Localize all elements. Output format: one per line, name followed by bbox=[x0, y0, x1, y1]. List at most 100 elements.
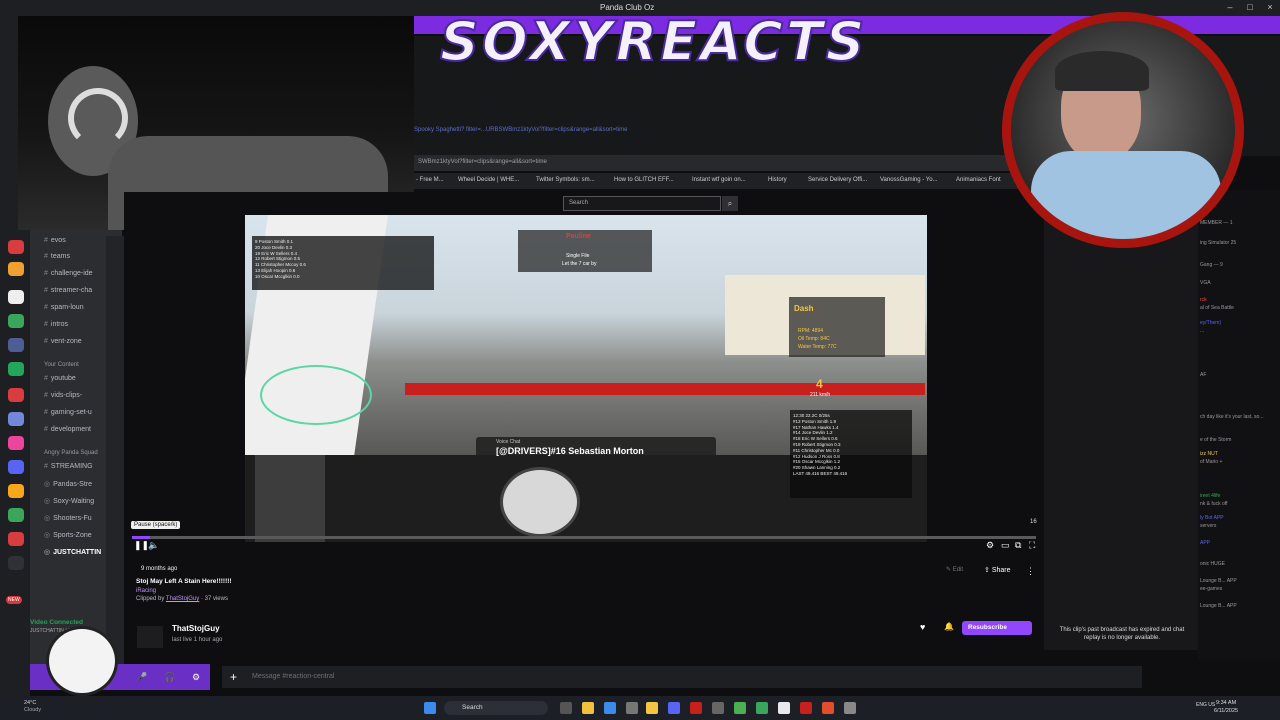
close-button[interactable]: × bbox=[1264, 2, 1276, 13]
bookmark-item[interactable]: Twitter Symbols: sm... bbox=[536, 177, 595, 183]
bookmark-item[interactable]: How to GLITCH EFF... bbox=[614, 177, 674, 183]
bookmark-item[interactable]: Service Delivery Offi... bbox=[808, 177, 867, 183]
file-explorer-icon[interactable] bbox=[582, 702, 594, 714]
server-icon[interactable] bbox=[8, 338, 24, 352]
taskbar-search[interactable]: Search bbox=[444, 701, 548, 715]
heart-icon[interactable]: ♥ bbox=[920, 622, 925, 632]
clip-game-link[interactable]: iRacing bbox=[136, 588, 156, 594]
voice-connected-status[interactable]: Video Connected bbox=[30, 619, 83, 626]
search-input[interactable]: Search bbox=[563, 196, 721, 211]
start-icon[interactable] bbox=[424, 702, 436, 714]
server-icon[interactable] bbox=[8, 290, 24, 304]
dashboard-edge bbox=[405, 383, 925, 395]
app-icon[interactable] bbox=[756, 702, 768, 714]
bookmark-item[interactable]: Wheel Decide | WHE... bbox=[458, 177, 519, 183]
task-view-icon[interactable] bbox=[560, 702, 572, 714]
channel-item[interactable]: # vent-zone bbox=[44, 338, 82, 345]
server-icon[interactable] bbox=[8, 388, 24, 402]
channel-item[interactable]: # evos bbox=[44, 237, 66, 244]
app-icon[interactable] bbox=[626, 702, 638, 714]
search-icon[interactable]: ⌕ bbox=[722, 196, 738, 211]
channel-item[interactable]: ◎ Soxy-Waiting bbox=[44, 497, 94, 505]
bookmark-item[interactable]: Animaniacs Font bbox=[956, 177, 1001, 183]
member-line: ly Bot APP bbox=[1200, 515, 1224, 521]
app-icon[interactable] bbox=[822, 702, 834, 714]
add-attachment-icon[interactable]: + bbox=[230, 670, 237, 684]
server-icon[interactable] bbox=[8, 460, 24, 474]
server-icon[interactable] bbox=[8, 556, 24, 570]
pip-icon[interactable]: ⧉ bbox=[1015, 540, 1021, 551]
channel-item[interactable]: # STREAMING bbox=[44, 463, 93, 470]
channel-item[interactable]: ◎ Sports-Zone bbox=[44, 531, 92, 539]
server-icon[interactable] bbox=[8, 262, 24, 276]
url-text[interactable]: SWBmz1ktyVol?filter=clips&range=all&sort… bbox=[418, 159, 547, 165]
channel-item[interactable]: # teams bbox=[44, 253, 70, 260]
app-icon[interactable] bbox=[800, 702, 812, 714]
server-icon[interactable] bbox=[8, 436, 24, 450]
server-icon[interactable] bbox=[8, 314, 24, 328]
channel-item[interactable]: # challenge-ide bbox=[44, 270, 93, 277]
bookmark-item[interactable]: Instant wtf goin on... bbox=[692, 177, 746, 183]
channel-avatar[interactable] bbox=[137, 626, 163, 648]
language-indicator[interactable]: ENG US bbox=[1196, 702, 1215, 708]
message-input[interactable]: Message #reaction-central bbox=[252, 673, 335, 680]
app-icon[interactable] bbox=[690, 702, 702, 714]
progress-bar[interactable] bbox=[132, 536, 1036, 539]
theatre-mode-icon[interactable]: ▭ bbox=[1001, 540, 1010, 551]
channel-item[interactable]: ◎ Shooters-Fu bbox=[44, 514, 92, 522]
user-settings-icon[interactable]: ⚙ bbox=[192, 672, 200, 683]
chrome-icon[interactable] bbox=[734, 702, 746, 714]
server-icon[interactable] bbox=[8, 412, 24, 426]
volume-icon[interactable]: 🔈 bbox=[148, 540, 159, 551]
settings-icon[interactable]: ⚙ bbox=[986, 540, 994, 551]
channel-item[interactable]: # youtube bbox=[44, 375, 76, 382]
more-options-icon[interactable]: ⋮ bbox=[1026, 566, 1035, 577]
bookmark-item[interactable]: VanossGaming - Yo... bbox=[880, 177, 938, 183]
category-your-content[interactable]: Your Content bbox=[44, 362, 79, 368]
edit-button[interactable]: ✎ Edit bbox=[946, 566, 963, 573]
bookmark-item[interactable]: - Free M... bbox=[416, 177, 444, 183]
headphones-icon[interactable]: 🎧 bbox=[164, 672, 175, 683]
channel-item[interactable]: # development bbox=[44, 426, 91, 433]
fullscreen-icon[interactable]: ⛶ bbox=[1029, 540, 1035, 551]
app-icon[interactable] bbox=[712, 702, 724, 714]
maximize-button[interactable]: □ bbox=[1244, 2, 1256, 13]
settings-icon[interactable] bbox=[844, 702, 856, 714]
server-icon[interactable] bbox=[8, 508, 24, 522]
channel-item[interactable]: # gaming-set-u bbox=[44, 409, 92, 416]
server-icon[interactable] bbox=[8, 240, 24, 254]
clipper-link[interactable]: ThatStojGuy bbox=[166, 596, 199, 602]
app-icon[interactable] bbox=[646, 702, 658, 714]
member-line: rck bbox=[1200, 297, 1207, 303]
mic-icon[interactable]: 🎤 bbox=[136, 672, 147, 683]
dash-label: Dash bbox=[794, 304, 814, 313]
store-icon[interactable] bbox=[604, 702, 616, 714]
channel-item[interactable]: ◎ Pandas-Stre bbox=[44, 480, 92, 488]
minimize-button[interactable]: – bbox=[1224, 2, 1236, 13]
bookmark-item[interactable]: History bbox=[768, 177, 787, 183]
bell-icon[interactable]: 🔔 bbox=[944, 622, 954, 631]
discord-icon[interactable] bbox=[668, 702, 680, 714]
clock-time[interactable]: 9:34 AM bbox=[1216, 700, 1236, 706]
app-icon[interactable] bbox=[778, 702, 790, 714]
channel-item[interactable]: # vids-clips- bbox=[44, 392, 82, 399]
channel-item[interactable]: # spam-loun bbox=[44, 304, 84, 311]
server-icon[interactable] bbox=[8, 362, 24, 376]
category-angry-panda[interactable]: Angry Panda Squad bbox=[44, 450, 98, 456]
tachometer bbox=[500, 467, 580, 537]
subscribe-button[interactable]: Resubscribe bbox=[962, 621, 1032, 635]
channel-item[interactable]: # streamer-cha bbox=[44, 287, 92, 294]
channel-item[interactable]: # intros bbox=[44, 321, 68, 328]
channel-name[interactable]: ThatStojGuy bbox=[172, 624, 220, 633]
share-button[interactable]: ⇪ Share bbox=[984, 566, 1011, 574]
weather-temp[interactable]: 24°C bbox=[24, 700, 36, 706]
clip-title: Stoj May Left A Stain Here!!!!!!! bbox=[136, 578, 232, 585]
server-icon[interactable] bbox=[8, 484, 24, 498]
server-icon[interactable] bbox=[8, 532, 24, 546]
channel-item-active[interactable]: ◎ JUSTCHATTIN bbox=[44, 548, 101, 556]
member-line: AF bbox=[1200, 372, 1207, 378]
message-bar[interactable] bbox=[222, 666, 1142, 688]
clock-date[interactable]: 6/11/2025 bbox=[1214, 708, 1238, 714]
member-line: onic HUGE bbox=[1200, 561, 1226, 567]
pause-button[interactable]: ❚❚ bbox=[134, 540, 149, 551]
